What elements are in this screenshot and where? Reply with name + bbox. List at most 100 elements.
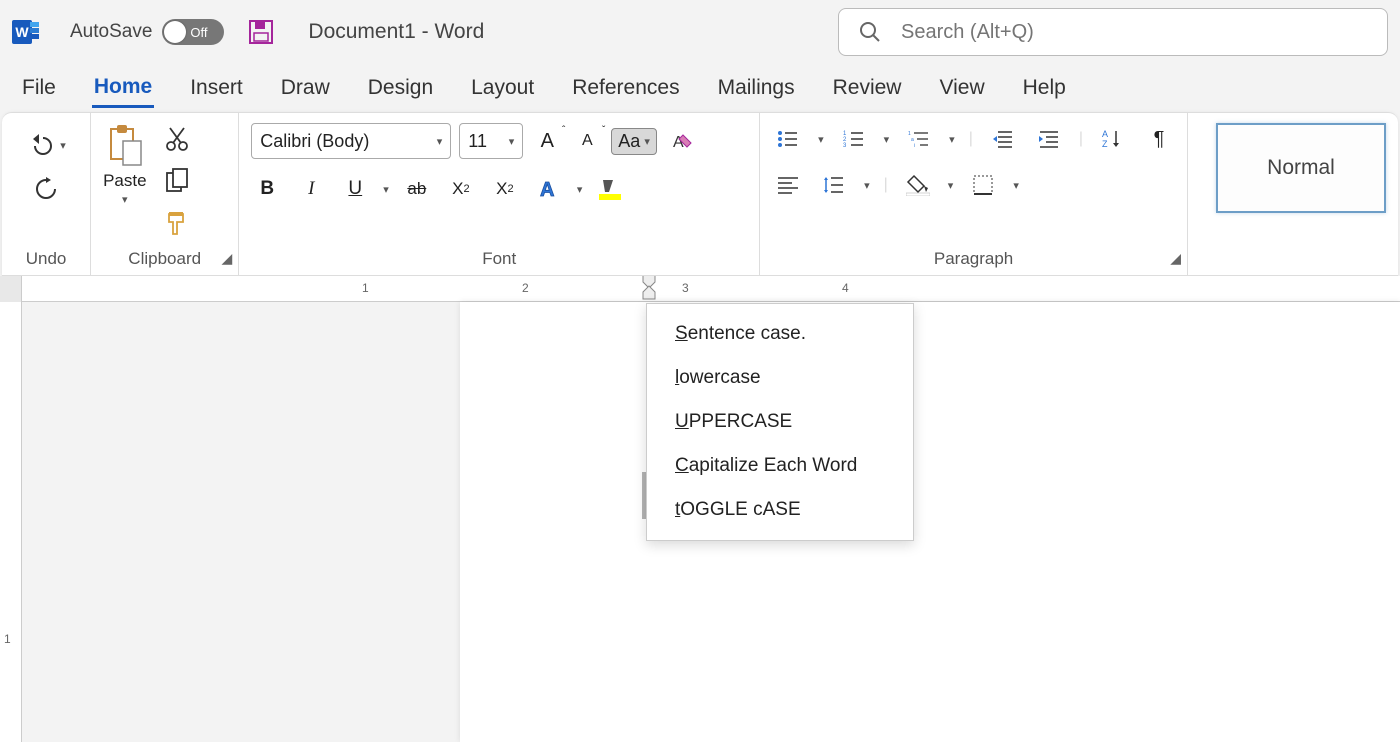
search-icon	[859, 21, 881, 43]
group-clipboard-label: Clipboard	[103, 243, 226, 269]
tab-draw[interactable]: Draw	[279, 70, 332, 106]
align-left-button[interactable]	[772, 169, 804, 201]
chevron-down-icon: ▾	[437, 135, 443, 148]
subscript-button[interactable]: X2	[445, 173, 477, 205]
paste-label: Paste	[103, 171, 146, 191]
highlight-button[interactable]	[594, 173, 626, 205]
tab-home[interactable]: Home	[92, 69, 154, 108]
chevron-down-icon[interactable]: ▾	[1013, 179, 1019, 192]
cut-button[interactable]	[161, 123, 193, 155]
undo-button[interactable]	[26, 129, 58, 161]
tab-view[interactable]: View	[937, 70, 986, 106]
title-bar: W AutoSave Off Document1 - Word	[0, 0, 1400, 64]
menu-toggle-case[interactable]: tOGGLE cASE	[647, 488, 913, 532]
autosave-state: Off	[190, 25, 207, 40]
bold-button[interactable]: B	[251, 173, 283, 205]
decrease-indent-button[interactable]	[987, 123, 1019, 155]
save-icon[interactable]	[248, 19, 274, 45]
multilevel-list-button[interactable]: 1ai	[903, 123, 935, 155]
menu-sentence-case[interactable]: Sentence case.	[647, 312, 913, 356]
tab-help[interactable]: Help	[1021, 70, 1068, 106]
group-font: Calibri (Body) ▾ 11 ▾ Aˆ Aˇ Aa ▾ A B	[239, 113, 760, 275]
font-size-dropdown[interactable]: 11 ▾	[459, 123, 523, 159]
chevron-down-icon[interactable]: ▾	[60, 139, 66, 152]
indent-marker-icon[interactable]	[642, 276, 656, 300]
style-normal[interactable]: Normal	[1216, 123, 1386, 213]
group-styles: Normal	[1188, 113, 1398, 275]
paragraph-launcher-icon[interactable]: ◢	[1170, 250, 1181, 267]
tab-mailings[interactable]: Mailings	[716, 70, 797, 106]
clipboard-launcher-icon[interactable]: ◢	[222, 250, 233, 267]
chevron-down-icon[interactable]: ▾	[577, 183, 583, 196]
vertical-ruler[interactable]: 1	[0, 302, 22, 742]
grow-font-button[interactable]: Aˆ	[531, 125, 563, 157]
change-case-menu: Sentence case. lowercase UPPERCASE Capit…	[646, 303, 914, 541]
change-case-button[interactable]: Aa ▾	[611, 128, 657, 155]
copy-button[interactable]	[161, 165, 193, 197]
chevron-down-icon: ▾	[509, 135, 515, 148]
ribbon: ▾ Undo Paste ▾	[2, 112, 1398, 276]
style-name: Normal	[1267, 156, 1335, 180]
tab-file[interactable]: File	[20, 70, 58, 106]
format-painter-button[interactable]	[161, 207, 193, 239]
menu-lowercase[interactable]: lowercase	[647, 356, 913, 400]
chevron-down-icon[interactable]: ▾	[818, 133, 824, 146]
autosave-toggle[interactable]: Off	[162, 19, 224, 45]
svg-text:3: 3	[843, 143, 847, 149]
increase-indent-button[interactable]	[1033, 123, 1065, 155]
group-paragraph: ▾ 123 ▾ 1ai ▾ | | AZ ¶	[760, 113, 1188, 275]
ruler-area: 1 2 3 4	[0, 276, 1400, 302]
font-name-dropdown[interactable]: Calibri (Body) ▾	[251, 123, 451, 159]
shrink-font-button[interactable]: Aˇ	[571, 125, 603, 157]
chevron-down-icon[interactable]: ▾	[948, 179, 954, 192]
group-font-label: Font	[251, 243, 747, 269]
search-input[interactable]	[901, 21, 1367, 44]
italic-button[interactable]: I	[295, 173, 327, 205]
font-size-value: 11	[468, 131, 487, 152]
tab-review[interactable]: Review	[831, 70, 904, 106]
font-name-value: Calibri (Body)	[260, 131, 369, 152]
numbering-button[interactable]: 123	[838, 123, 870, 155]
group-paragraph-label: Paragraph	[772, 243, 1175, 269]
toggle-knob	[164, 21, 186, 43]
line-spacing-button[interactable]	[818, 169, 850, 201]
borders-button[interactable]	[967, 169, 999, 201]
page[interactable]	[460, 302, 1400, 742]
paste-button[interactable]: Paste ▾	[103, 123, 146, 206]
ruler-corner	[0, 276, 22, 302]
svg-text:A: A	[1102, 129, 1108, 139]
chevron-down-icon[interactable]: ▾	[122, 193, 128, 206]
superscript-button[interactable]: X2	[489, 173, 521, 205]
tab-layout[interactable]: Layout	[469, 70, 536, 106]
bullets-button[interactable]	[772, 123, 804, 155]
tab-references[interactable]: References	[570, 70, 681, 106]
redo-button[interactable]	[30, 173, 62, 205]
document-title: Document1 - Word	[308, 20, 484, 44]
ruler-mark: 2	[522, 281, 529, 295]
search-bar[interactable]	[838, 8, 1388, 56]
horizontal-ruler[interactable]: 1 2 3 4	[22, 276, 1400, 302]
show-marks-button[interactable]: ¶	[1143, 123, 1175, 155]
ruler-mark: 1	[362, 281, 369, 295]
strikethrough-button[interactable]: ab	[401, 173, 433, 205]
group-undo: ▾ Undo	[2, 113, 91, 275]
ruler-mark: 3	[682, 281, 689, 295]
chevron-down-icon[interactable]: ▾	[884, 133, 890, 146]
svg-text:i: i	[914, 143, 915, 149]
chevron-down-icon[interactable]: ▾	[864, 179, 870, 192]
word-app-icon: W	[12, 18, 40, 46]
svg-text:W: W	[15, 24, 29, 40]
chevron-down-icon[interactable]: ▾	[383, 183, 389, 196]
autosave-control: AutoSave Off	[70, 19, 224, 45]
chevron-down-icon: ▾	[644, 135, 650, 148]
text-effects-button[interactable]: A	[533, 173, 565, 205]
tab-insert[interactable]: Insert	[188, 70, 245, 106]
sort-button[interactable]: AZ	[1097, 123, 1129, 155]
underline-button[interactable]: U	[339, 173, 371, 205]
chevron-down-icon[interactable]: ▾	[949, 133, 955, 146]
tab-design[interactable]: Design	[366, 70, 435, 106]
clear-formatting-button[interactable]: A	[665, 125, 697, 157]
menu-capitalize-each-word[interactable]: Capitalize Each Word	[647, 444, 913, 488]
shading-button[interactable]	[902, 169, 934, 201]
menu-uppercase[interactable]: UPPERCASE	[647, 400, 913, 444]
